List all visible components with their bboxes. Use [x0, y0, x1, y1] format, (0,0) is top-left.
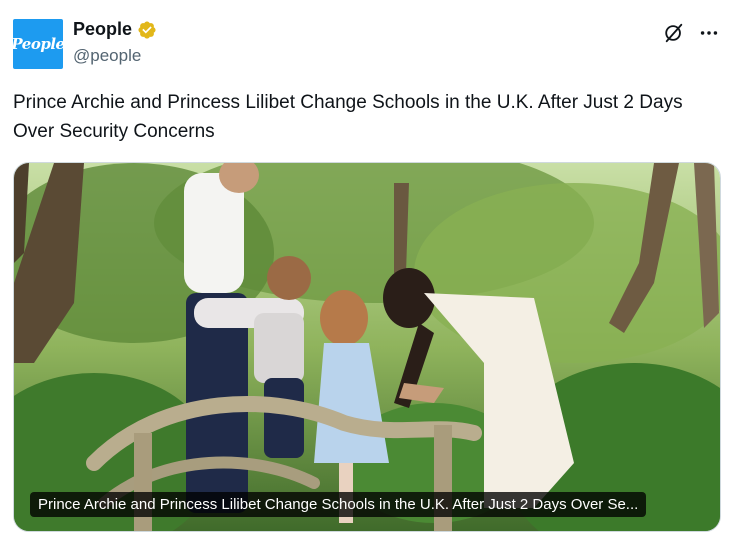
- avatar[interactable]: People: [11, 19, 65, 69]
- media-caption: Prince Archie and Princess Lilibet Chang…: [30, 492, 647, 517]
- verified-badge-icon[interactable]: [137, 20, 157, 40]
- photo-scene: [14, 163, 720, 531]
- avatar-logo-text: People: [11, 35, 65, 53]
- more-icon[interactable]: [698, 22, 720, 44]
- grok-icon[interactable]: [663, 22, 685, 44]
- handle[interactable]: @people: [73, 46, 141, 66]
- media-image[interactable]: Prince Archie and Princess Lilibet Chang…: [13, 162, 721, 532]
- tweet-text: Prince Archie and Princess Lilibet Chang…: [13, 92, 683, 142]
- display-name[interactable]: People: [73, 19, 132, 40]
- author-name-row: People: [73, 19, 157, 40]
